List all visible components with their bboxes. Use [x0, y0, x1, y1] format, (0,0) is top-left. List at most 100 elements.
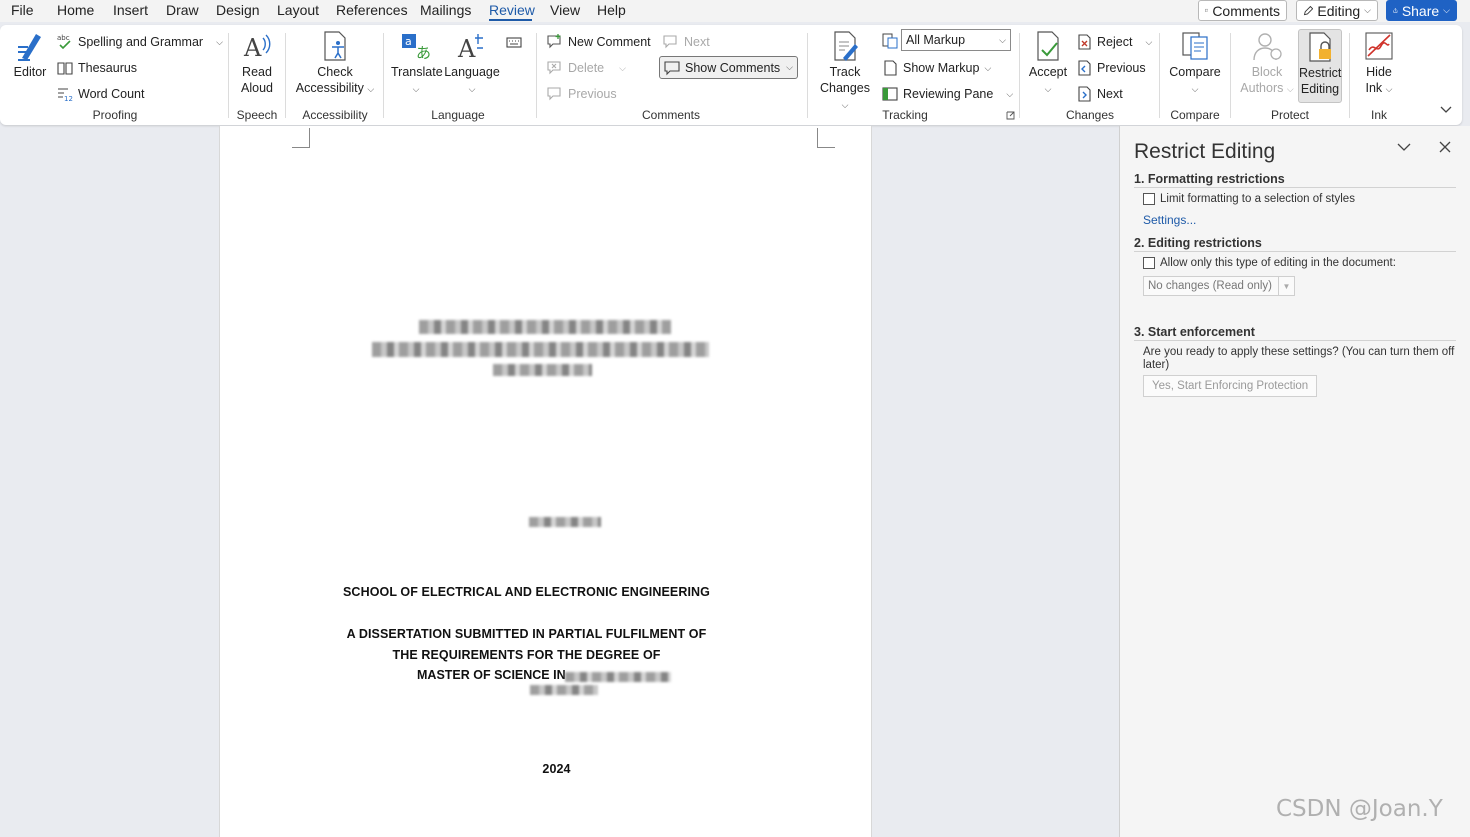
markup-select[interactable]: All Markup ⌵ [901, 29, 1011, 51]
menu-help[interactable]: Help [597, 2, 626, 18]
thesaurus-label: Thesaurus [78, 61, 138, 75]
spelling-grammar-button[interactable]: abc Spelling and Grammar ⌵ [57, 33, 223, 51]
next-change-label: Next [1097, 87, 1123, 101]
menu-layout[interactable]: Layout [277, 2, 319, 18]
menu-file[interactable]: File [11, 2, 34, 18]
editor-button[interactable]: Editor [10, 30, 50, 80]
share-label: Share [1401, 2, 1440, 19]
editing-label: Editing [1317, 2, 1361, 19]
next-change-button[interactable]: Next [1076, 85, 1123, 103]
show-markup-label: Show Markup [903, 61, 980, 75]
translate-icon: aあ [402, 34, 431, 62]
dissertation-line-2: THE REQUIREMENTS FOR THE DEGREE OF [392, 648, 661, 662]
read-aloud-label-1: Read [242, 65, 272, 79]
editing-restriction-row[interactable]: Allow only this type of editing in the d… [1143, 257, 1396, 269]
group-label-tracking: Tracking [882, 108, 928, 122]
hide-ink-button[interactable]: Hide Ink ⌵ [1358, 30, 1400, 97]
redacted-title-line [372, 342, 709, 357]
chevron-down-icon: ⌵ [468, 84, 476, 94]
chevron-down-icon: ⌵ [1044, 84, 1052, 94]
formatting-restriction-row[interactable]: Limit formatting to a selection of style… [1143, 193, 1355, 205]
previous-change-icon [1078, 60, 1091, 76]
translate-label: Translate [391, 65, 443, 79]
chevron-down-icon: ⌵ [1286, 84, 1294, 94]
chevron-down-icon: ⌵ [1145, 36, 1153, 47]
editing-mode-button[interactable]: Editing ⌵ [1296, 0, 1378, 21]
section-editing-heading: 2. Editing restrictions [1134, 236, 1456, 252]
compare-button[interactable]: Compare ⌵ [1167, 30, 1223, 97]
settings-link[interactable]: Settings... [1143, 213, 1196, 227]
redacted-degree [565, 672, 671, 682]
editing-type-select[interactable]: No changes (Read only) ▼ [1143, 276, 1295, 296]
menu-review[interactable]: Review [489, 2, 535, 18]
group-label-speech: Speech [236, 108, 278, 122]
menu-references[interactable]: References [336, 2, 408, 18]
markup-display-icon [882, 33, 898, 49]
previous-change-button[interactable]: Previous [1076, 59, 1146, 77]
accept-label: Accept [1028, 65, 1068, 79]
divider [1349, 33, 1350, 118]
check-accessibility-button[interactable]: Check Accessibility ⌵ [293, 30, 377, 97]
hide-ink-label-2: Ink [1365, 81, 1383, 95]
reviewing-pane-button[interactable]: Reviewing Pane ⌵ [882, 85, 1013, 103]
thesaurus-button[interactable]: Thesaurus [57, 59, 137, 77]
chevron-down-icon: ⌵ [1385, 84, 1393, 94]
previous-comment-icon [547, 87, 561, 101]
accept-icon [1037, 31, 1059, 61]
read-aloud-button[interactable]: A Read Aloud [237, 30, 277, 96]
menu-view[interactable]: View [550, 2, 580, 18]
compare-label: Compare [1169, 65, 1221, 79]
menu-mailings[interactable]: Mailings [420, 2, 471, 18]
next-comment-button[interactable]: Next [663, 33, 710, 51]
watermark: CSDN @Joan.Y [1276, 796, 1443, 822]
new-comment-label: New Comment [568, 35, 651, 49]
collapse-ribbon-icon[interactable] [1440, 106, 1452, 114]
restrict-label-2: Editing [1300, 82, 1340, 96]
previous-comment-button[interactable]: Previous [547, 85, 617, 103]
reject-button[interactable]: Reject ⌵ [1076, 33, 1152, 51]
dissertation-line-3: MASTER OF SCIENCE IN [417, 668, 566, 682]
share-button[interactable]: Share ⌵ [1386, 0, 1457, 21]
show-comments-label: Show Comments [685, 60, 781, 75]
new-comment-button[interactable]: New Comment [547, 33, 651, 51]
menu-home[interactable]: Home [57, 2, 94, 18]
comments-button[interactable]: Comments [1198, 0, 1287, 21]
document-page[interactable]: SCHOOL OF ELECTRICAL AND ELECTRONIC ENGI… [219, 126, 872, 837]
chevron-down-icon: ⌵ [841, 100, 849, 110]
group-label-language: Language [431, 108, 485, 122]
dialog-launcher-icon[interactable] [1006, 111, 1015, 120]
menu-insert[interactable]: Insert [113, 2, 148, 18]
language-button[interactable]: A Language ⌵ [444, 30, 500, 97]
chevron-down-icon: ⌵ [619, 62, 626, 73]
svg-text:A: A [457, 35, 476, 62]
delete-comment-button[interactable]: Delete ⌵ [547, 59, 626, 77]
chevron-down-icon: ⌵ [786, 62, 793, 72]
svg-text:A: A [243, 34, 262, 62]
pane-options-icon[interactable] [1397, 143, 1411, 152]
group-label-proofing: Proofing [92, 108, 138, 122]
divider [1019, 33, 1020, 118]
menu-design[interactable]: Design [216, 2, 260, 18]
chevron-down-icon: ⌵ [1364, 5, 1371, 15]
pane-title: Restrict Editing [1134, 140, 1276, 163]
close-icon[interactable] [1439, 141, 1451, 153]
word-count-button[interactable]: 123 Word Count [57, 85, 144, 103]
divider [807, 33, 808, 118]
editing-checkbox[interactable] [1143, 257, 1155, 269]
block-authors-button[interactable]: Block Authors ⌵ [1237, 30, 1297, 97]
editing-type-value: No changes (Read only) [1148, 280, 1273, 292]
language-extra-button[interactable] [506, 33, 522, 51]
formatting-checkbox[interactable] [1143, 193, 1155, 205]
show-markup-button[interactable]: Show Markup ⌵ [882, 59, 991, 77]
hide-ink-label-1: Hide [1366, 65, 1392, 79]
menu-draw[interactable]: Draw [166, 2, 199, 18]
start-enforcing-button[interactable]: Yes, Start Enforcing Protection [1143, 375, 1318, 397]
translate-button[interactable]: aあ Translate ⌵ [391, 30, 443, 97]
group-label-comments: Comments [641, 108, 700, 122]
track-changes-button[interactable]: Track Changes ⌵ [815, 30, 875, 113]
crop-mark [292, 128, 310, 148]
show-comments-button[interactable]: Show Comments ⌵ [659, 56, 798, 79]
restrict-editing-button[interactable]: Restrict Editing [1298, 29, 1342, 103]
pencil-icon [1303, 5, 1314, 15]
accept-button[interactable]: Accept ⌵ [1026, 30, 1070, 97]
